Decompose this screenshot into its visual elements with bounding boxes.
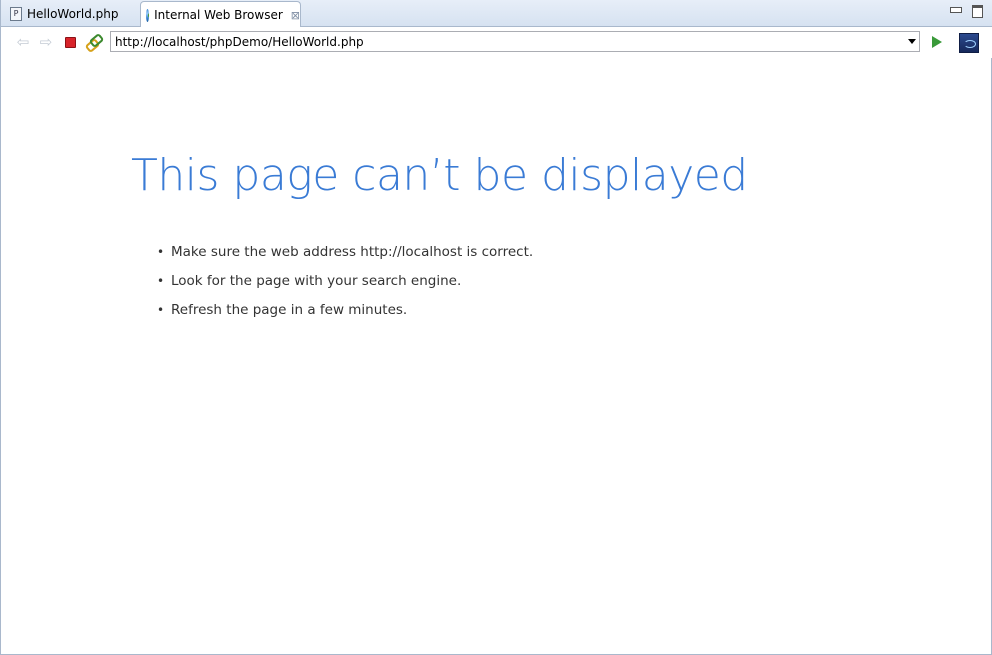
suggestion-list: • Make sure the web address http://localh… [157,238,533,325]
minimize-icon[interactable] [950,7,962,13]
bullet: • [157,274,165,288]
forward-button[interactable]: ⇨ [37,33,55,51]
list-item: • Look for the page with your search engi… [157,267,533,296]
php-file-icon: P [10,7,22,21]
close-tab-icon[interactable]: ⊠ [291,10,300,21]
page-title: This page can’t be displayed [131,150,748,201]
list-item: • Make sure the web address http://localh… [157,238,533,267]
globe-icon [146,8,150,22]
go-arrow-icon [932,36,942,48]
refresh-button[interactable] [84,33,102,51]
browser-toolbar: ⇦ ⇨ [1,27,992,58]
bullet: • [157,245,165,259]
tab-label: HelloWorld.php [27,7,119,21]
go-button[interactable] [928,33,946,51]
refresh-icon [86,35,100,49]
browser-content: This page can’t be displayed • Make sure … [1,58,991,654]
eclipse-icon [958,32,979,53]
bullet: • [157,303,165,317]
editor-window: P HelloWorld.php Internal Web Browser ⊠ … [0,0,992,655]
eclipse-browser-button[interactable] [958,32,979,53]
back-button[interactable]: ⇦ [14,33,32,51]
tab-bar: P HelloWorld.php Internal Web Browser ⊠ [1,0,992,28]
suggestion-text: Look for the page with your search engin… [171,273,462,289]
forward-arrow-icon: ⇨ [39,33,53,51]
list-item: • Refresh the page in a few minutes. [157,296,533,325]
url-bar[interactable] [110,31,920,52]
maximize-icon[interactable] [972,5,983,18]
stop-icon [64,36,76,48]
tab-internal-web-browser[interactable]: Internal Web Browser ⊠ [140,1,301,28]
tab-helloworld-php[interactable]: P HelloWorld.php [1,1,141,27]
suggestion-text: Refresh the page in a few minutes. [171,302,408,318]
suggestion-text: Make sure the web address http://localho… [171,244,534,260]
url-input[interactable] [111,32,909,51]
view-controls [950,5,983,18]
back-arrow-icon: ⇦ [16,33,30,51]
chevron-down-icon[interactable] [908,39,916,44]
tab-label: Internal Web Browser [154,8,283,22]
stop-button[interactable] [61,33,79,51]
